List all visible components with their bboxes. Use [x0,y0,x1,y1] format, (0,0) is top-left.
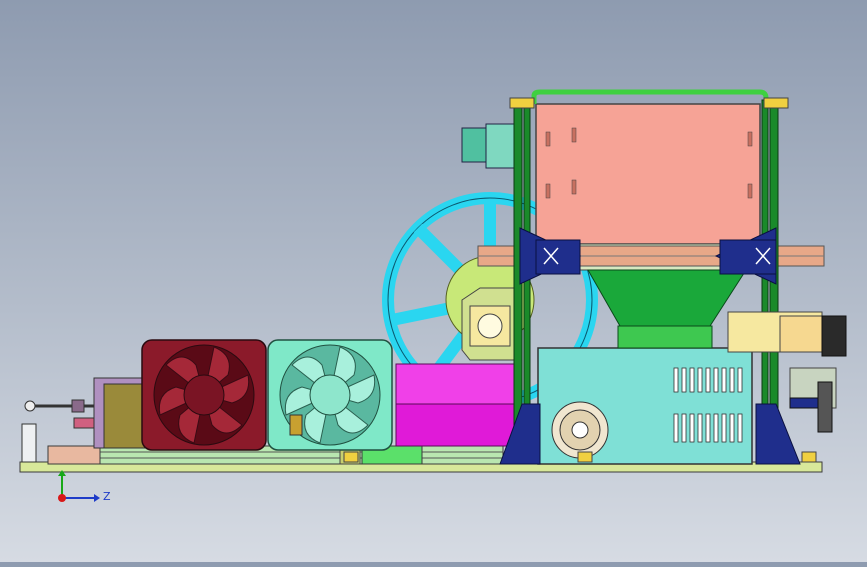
cooling-fan-right [267,339,393,451]
machine-assembly-drawing [19,89,847,473]
coordinate-triad: Z [40,470,120,510]
cad-viewport[interactable] [0,0,867,562]
heater-barrel [395,363,519,447]
top-handle-rail [531,89,769,104]
drive-motor [461,123,519,169]
x-axis-origin [58,494,66,502]
z-axis-label: Z [103,490,111,503]
material-hopper [535,103,761,349]
z-axis-arrow [94,494,100,502]
spool-motor-mount [461,287,519,361]
power-supply-unit [537,347,753,465]
y-axis-arrow [58,470,66,476]
cooling-fan-left [141,339,267,451]
